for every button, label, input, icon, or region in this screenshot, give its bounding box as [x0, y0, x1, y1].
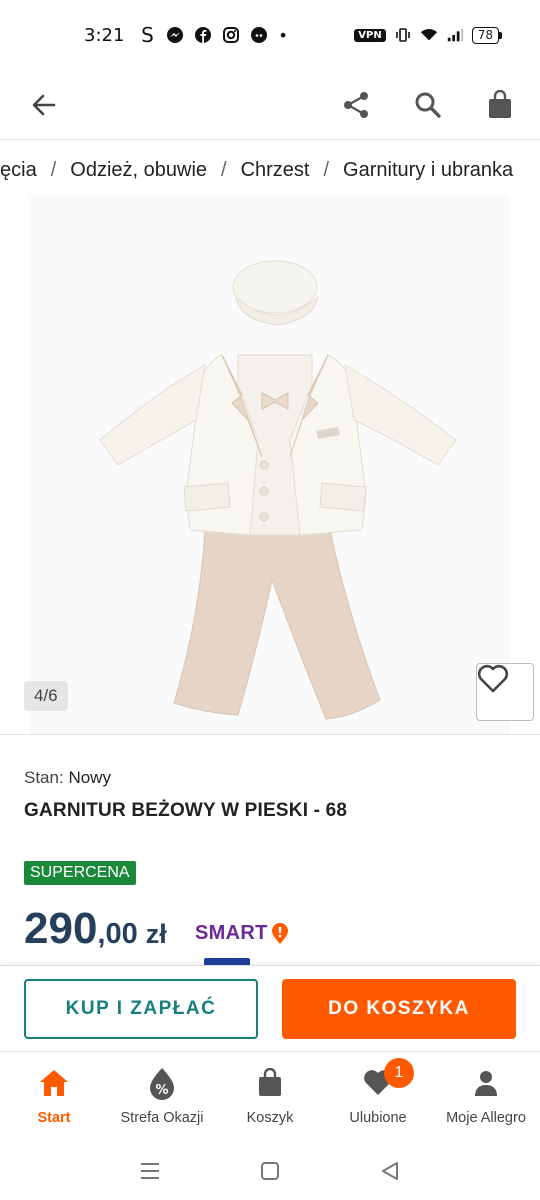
heart-outline-icon: [477, 664, 509, 693]
back-button[interactable]: [24, 85, 64, 125]
favorites-count-badge: 1: [384, 1058, 414, 1088]
discord-icon: [250, 26, 268, 44]
breadcrumb-item-clothing[interactable]: Odzież, obuwie: [70, 159, 207, 182]
add-to-favorites-button[interactable]: [476, 663, 534, 721]
price-integer: 290: [24, 904, 98, 953]
messenger-icon: [166, 26, 184, 44]
nav-item-cart[interactable]: Koszyk: [216, 1052, 324, 1141]
bottom-navigation: Start % Strefa Okazji Koszyk Ulubione 1: [0, 1051, 540, 1141]
back-system-button[interactable]: [370, 1151, 410, 1191]
status-bar: 3:21 S • VPN 78: [0, 0, 540, 70]
smart-badge: SMART: [195, 922, 290, 945]
product-condition: Stan: Nowy: [24, 768, 111, 788]
nav-item-my-allegro[interactable]: Moje Allegro: [432, 1052, 540, 1141]
share-button[interactable]: [336, 85, 376, 125]
breadcrumb-item-children[interactable]: ęcia: [0, 159, 37, 182]
battery-level: 78: [471, 26, 499, 44]
status-time: 3:21: [84, 24, 125, 46]
battery-indicator: 78: [471, 26, 502, 44]
product-photo: [30, 195, 510, 734]
nav-label-favorites: Ulubione: [349, 1110, 407, 1126]
square-icon: [261, 1161, 279, 1180]
condition-label: Stan:: [24, 768, 64, 787]
shopping-bag-icon: [489, 89, 511, 118]
price-decimal: ,00: [97, 918, 138, 950]
condition-value: Nowy: [68, 768, 111, 787]
smart-logo-icon: [271, 922, 288, 944]
nav-item-start[interactable]: Start: [0, 1052, 108, 1141]
signal-icon: [446, 26, 464, 44]
price-currency: zł: [145, 919, 167, 949]
breadcrumb-separator: /: [221, 158, 227, 181]
nav-label-my-allegro: Moje Allegro: [446, 1110, 526, 1126]
top-app-bar: [0, 70, 540, 140]
instagram-icon: [222, 26, 240, 44]
svg-text:%: %: [155, 1083, 168, 1098]
menu-lines-icon: [141, 1162, 159, 1179]
product-title: GARNITUR BEŻOWY W PIESKI - 68: [24, 800, 348, 821]
user-icon: [469, 1066, 503, 1100]
system-navigation-bar: [0, 1141, 540, 1200]
home-system-button[interactable]: [250, 1151, 290, 1191]
breadcrumb-separator: /: [50, 158, 57, 181]
s-app-icon: S: [141, 23, 154, 47]
breadcrumb-separator: /: [323, 158, 330, 181]
search-icon: [415, 92, 441, 118]
battery-tip: [499, 31, 502, 39]
nav-label-start: Start: [37, 1110, 71, 1126]
search-button[interactable]: [408, 85, 448, 125]
app-screen: 3:21 S • VPN 78 ęcia / Odzież, obuwie / …: [0, 0, 540, 1200]
bag-icon: [253, 1066, 287, 1100]
image-counter: 4/6: [24, 681, 68, 711]
status-dot: •: [278, 25, 288, 45]
purchase-action-bar: KUP I ZAPŁAĆ DO KOSZYKA: [0, 965, 540, 1051]
buy-now-button[interactable]: KUP I ZAPŁAĆ: [24, 979, 258, 1039]
status-left: 3:21 S •: [84, 23, 288, 47]
supercena-badge: SUPERCENA: [24, 861, 136, 885]
breadcrumb-item-suits[interactable]: Garnitury i ubranka: [343, 159, 513, 182]
home-icon: [37, 1066, 71, 1100]
smart-label: SMART: [195, 922, 268, 944]
vibrate-icon: [394, 26, 412, 44]
nav-label-deals: Strefa Okazji: [120, 1110, 204, 1126]
back-arrow-icon: [32, 94, 56, 115]
nav-item-favorites[interactable]: Ulubione 1: [324, 1052, 432, 1141]
recent-apps-button[interactable]: [130, 1151, 170, 1191]
add-to-cart-button[interactable]: DO KOSZYKA: [282, 979, 516, 1039]
breadcrumb-item-christening[interactable]: Chrzest: [241, 159, 310, 182]
breadcrumb: ęcia / Odzież, obuwie / Chrzest / Garnit…: [0, 148, 540, 192]
product-image-gallery[interactable]: 4/6: [0, 195, 540, 735]
vpn-badge: VPN: [354, 28, 386, 42]
nav-label-cart: Koszyk: [246, 1110, 294, 1126]
triangle-back-icon: [382, 1161, 398, 1180]
facebook-icon: [194, 26, 212, 44]
wifi-icon: [420, 26, 438, 44]
status-right: VPN 78: [354, 26, 502, 44]
discount-icon: %: [145, 1066, 179, 1100]
product-price: 290 ,00 zł: [24, 904, 167, 954]
nav-item-deals[interactable]: % Strefa Okazji: [108, 1052, 216, 1141]
header-actions: [336, 85, 520, 125]
share-icon: [344, 91, 368, 118]
cart-button[interactable]: [480, 85, 520, 125]
